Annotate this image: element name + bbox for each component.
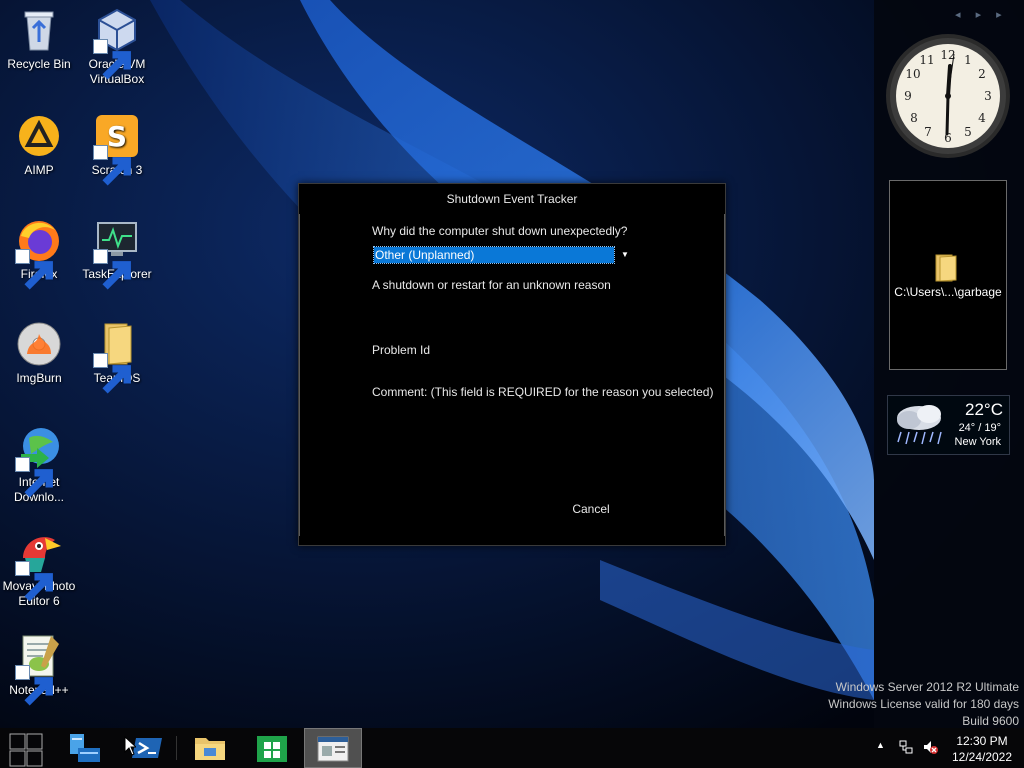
taskbar-clock-time[interactable]: 12:30 PM bbox=[948, 734, 1016, 748]
problem-id-label: Problem Id bbox=[372, 343, 431, 357]
svg-text:9: 9 bbox=[904, 89, 912, 103]
show-hidden-icons-button[interactable]: ▲ bbox=[876, 740, 885, 750]
taskbar-separator bbox=[176, 736, 177, 760]
dialog-title: Shutdown Event Tracker bbox=[446, 192, 578, 206]
reason-description: A shutdown or restart for an unknown rea… bbox=[372, 278, 611, 292]
windows-watermark: Windows Server 2012 R2 Ultimate Windows … bbox=[828, 679, 1019, 730]
aimp-icon bbox=[19, 116, 59, 156]
svg-text:1: 1 bbox=[964, 53, 972, 67]
shortcut-arrow-icon bbox=[15, 249, 53, 290]
shutdown-event-tracker-dialog: Shutdown Event Tracker Why did the compu… bbox=[298, 183, 726, 546]
desktop-icon-recycle-bin[interactable]: Recycle Bin bbox=[0, 6, 78, 72]
svg-text:5: 5 bbox=[964, 125, 972, 139]
start-button[interactable] bbox=[8, 732, 44, 768]
file-explorer-icon[interactable] bbox=[192, 730, 228, 766]
desktop-icon-imgburn[interactable]: ImgBurn bbox=[0, 320, 78, 386]
desktop-icon-label: ImgBurn bbox=[16, 371, 62, 385]
desktop-icon-label: AIMP bbox=[24, 163, 54, 177]
clock-gadget: 12 12 345 678 91011 bbox=[886, 34, 1010, 158]
window-icon bbox=[317, 736, 349, 762]
comment-label: Comment: (This field is REQUIRED for the… bbox=[372, 385, 714, 399]
taskbar-clock-date[interactable]: 12/24/2022 bbox=[948, 750, 1016, 764]
imgburn-icon bbox=[17, 322, 61, 366]
shortcut-arrow-icon bbox=[15, 457, 53, 498]
weather-range: 24° / 19° bbox=[958, 422, 1001, 434]
watermark-edition: Windows Server 2012 R2 Ultimate bbox=[835, 680, 1019, 694]
svg-text:2: 2 bbox=[978, 67, 986, 81]
desktop-icon-firefox[interactable]: Firefox bbox=[0, 216, 78, 290]
folder-icon bbox=[935, 254, 957, 282]
desktop-icon-movavi[interactable]: Movavi Photo Editor 6 bbox=[0, 528, 78, 609]
server-manager-icon[interactable] bbox=[66, 730, 102, 766]
weather-gadget[interactable]: 22°C 24° / 19° New York bbox=[887, 395, 1010, 455]
shortcut-arrow-icon bbox=[93, 353, 131, 394]
slideshow-gadget[interactable]: C:\Users\...\garbage bbox=[889, 180, 1007, 370]
cancel-button[interactable]: Cancel bbox=[561, 502, 621, 516]
recycle-bin-icon bbox=[24, 11, 54, 51]
shutdown-question-label: Why did the computer shut down unexpecte… bbox=[372, 224, 628, 238]
shutdown-reason-select[interactable]: Other (Unplanned) bbox=[373, 246, 615, 264]
desktop-icon-aimp[interactable]: AIMP bbox=[0, 112, 78, 178]
svg-text:4: 4 bbox=[978, 111, 986, 125]
desktop-icon-scratch[interactable]: S Scratch 3 bbox=[78, 112, 156, 186]
desktop-icon-internet-download-manager[interactable]: Internet Downlo... bbox=[0, 424, 78, 505]
svg-text:7: 7 bbox=[924, 125, 932, 139]
shortcut-arrow-icon bbox=[93, 145, 131, 186]
weather-temperature: 22°C bbox=[965, 400, 1003, 419]
taskbar-shutdown-tracker-button[interactable] bbox=[304, 728, 362, 768]
shortcut-arrow-icon bbox=[15, 665, 53, 706]
svg-text:3: 3 bbox=[984, 89, 992, 103]
desktop-icon-label: Recycle Bin bbox=[7, 57, 71, 71]
volume-muted-icon[interactable] bbox=[922, 739, 938, 755]
rain-cloud-icon bbox=[897, 405, 942, 445]
dialog-border-left bbox=[299, 214, 300, 536]
weather-city: New York bbox=[954, 436, 1001, 448]
mouse-cursor-icon bbox=[124, 736, 136, 756]
svg-text:11: 11 bbox=[919, 53, 934, 67]
dialog-border-right bbox=[724, 214, 725, 536]
shortcut-arrow-icon bbox=[15, 561, 53, 602]
svg-text:8: 8 bbox=[910, 111, 918, 125]
desktop-icon-notepadpp[interactable]: Notepad++ bbox=[0, 632, 78, 706]
shortcut-arrow-icon bbox=[93, 39, 131, 80]
desktop-icon-teamos[interactable]: TeamOS bbox=[78, 320, 156, 394]
network-icon[interactable] bbox=[898, 739, 914, 755]
slideshow-folder-label: C:\Users\...\garbage bbox=[894, 285, 1002, 299]
taskbar: ▲ 12:30 PM 12/24/2022 bbox=[0, 728, 1024, 768]
shortcut-arrow-icon bbox=[93, 249, 131, 290]
store-icon[interactable] bbox=[254, 730, 290, 766]
svg-text:10: 10 bbox=[905, 67, 920, 81]
desktop-icon-taskexplorer[interactable]: TaskExplorer bbox=[78, 216, 156, 290]
chevron-down-icon[interactable]: ▼ bbox=[619, 247, 631, 263]
desktop-icon-virtualbox[interactable]: Oracle VM VirtualBox bbox=[78, 6, 156, 87]
gadget-navigation[interactable]: ◂ ▸ ▸ bbox=[955, 8, 1008, 21]
watermark-license: Windows License valid for 180 days bbox=[828, 697, 1019, 711]
